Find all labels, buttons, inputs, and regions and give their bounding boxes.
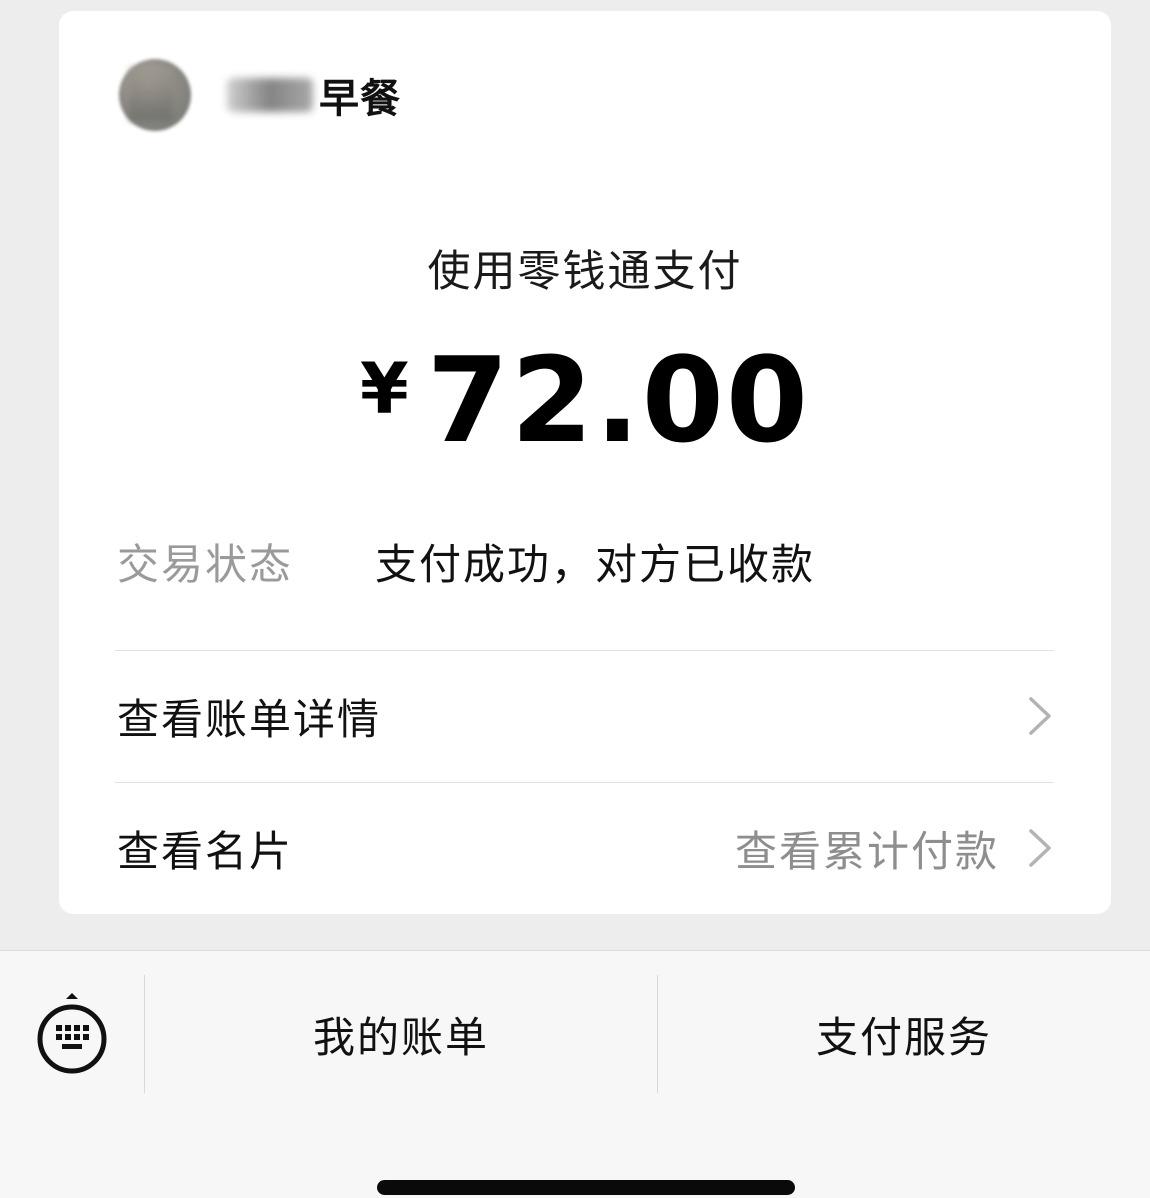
business-card-label: 查看名片 bbox=[117, 826, 294, 876]
status-value: 支付成功，对方已收款 bbox=[375, 539, 816, 589]
merchant-avatar bbox=[119, 59, 191, 131]
status-label: 交易状态 bbox=[117, 539, 294, 589]
transaction-status-row: 交易状态 支付成功，对方已收款 bbox=[117, 526, 1057, 596]
my-bills-button[interactable]: 我的账单 bbox=[145, 975, 657, 1093]
keyboard-icon bbox=[37, 993, 107, 1074]
cumulative-payment-link[interactable]: 查看累计付款 bbox=[735, 818, 1055, 879]
payment-method: 使用零钱通支付 bbox=[427, 247, 743, 297]
business-card-row[interactable]: 查看名片 查看累计付款 bbox=[117, 783, 1055, 913]
home-indicator[interactable] bbox=[377, 1180, 795, 1195]
currency-symbol: ¥ bbox=[360, 348, 409, 430]
cumulative-payment-label: 查看累计付款 bbox=[734, 826, 999, 876]
pay-services-button[interactable]: 支付服务 bbox=[658, 975, 1150, 1093]
amount-value: 72.00 bbox=[426, 331, 810, 469]
bill-detail-row[interactable]: 查看账单详情 bbox=[117, 651, 1055, 781]
merchant-name-redacted bbox=[227, 78, 313, 112]
keyboard-toggle-button[interactable] bbox=[30, 989, 114, 1081]
merchant-header[interactable]: 早餐 bbox=[119, 59, 401, 131]
payment-amount: ¥72.00 bbox=[59, 331, 1111, 469]
bill-detail-right bbox=[1025, 695, 1055, 737]
chevron-right-icon bbox=[1029, 829, 1051, 867]
bottom-menu-bar: 我的账单 支付服务 bbox=[0, 950, 1150, 1198]
chevron-right-icon bbox=[1029, 697, 1051, 735]
bill-detail-label: 查看账单详情 bbox=[117, 694, 382, 744]
merchant-name: 早餐 bbox=[319, 76, 401, 122]
payment-result-card: 早餐 使用零钱通支付 ¥72.00 交易状态 支付成功，对方已收款 查看账单详情… bbox=[59, 11, 1111, 914]
